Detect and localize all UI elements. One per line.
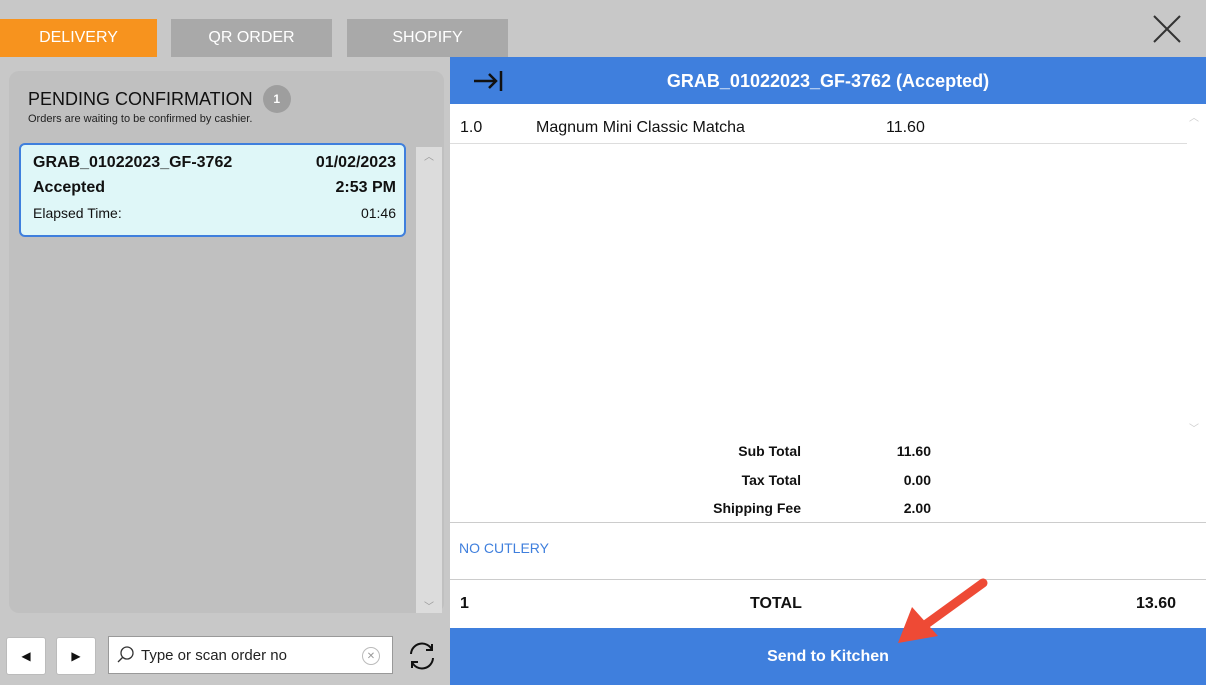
order-list-scrollbar[interactable]: ︿ ﹀ bbox=[416, 147, 442, 613]
order-status: Accepted bbox=[33, 179, 106, 196]
caret-right-icon: ▶ bbox=[71, 649, 81, 663]
tab-shopify[interactable]: SHOPIFY bbox=[347, 19, 508, 57]
order-detail-panel: GRAB_01022023_GF-3762 (Accepted) 1.0 Mag… bbox=[450, 57, 1206, 628]
elapsed-time: 01:46 bbox=[360, 205, 396, 221]
total-label: TOTAL bbox=[750, 595, 802, 612]
search-box: ✕ bbox=[108, 636, 393, 674]
search-icon bbox=[117, 646, 134, 663]
order-detail-header: GRAB_01022023_GF-3762 (Accepted) bbox=[450, 57, 1206, 104]
line-item[interactable]: 1.0 Magnum Mini Classic Matcha 11.60 bbox=[450, 114, 1187, 144]
pending-title: PENDING CONFIRMATION bbox=[28, 88, 253, 109]
tax-total-label: Tax Total bbox=[741, 472, 801, 488]
pending-panel: PENDING CONFIRMATION 1 Orders are waitin… bbox=[9, 71, 444, 613]
scroll-down-icon[interactable]: ﹀ bbox=[416, 597, 442, 613]
prev-page-button[interactable]: ◀ bbox=[6, 637, 46, 675]
order-list: GRAB_01022023_GF-3762 01/02/2023 Accepte… bbox=[9, 143, 416, 613]
scroll-up-icon[interactable]: ︿ bbox=[416, 147, 442, 163]
total-value: 13.60 bbox=[1135, 595, 1176, 612]
next-page-button[interactable]: ▶ bbox=[56, 637, 96, 675]
search-input[interactable] bbox=[141, 646, 361, 664]
clear-icon[interactable]: ✕ bbox=[362, 647, 380, 665]
item-price: 11.60 bbox=[886, 119, 925, 136]
pending-header: PENDING CONFIRMATION 1 bbox=[28, 85, 291, 113]
item-name: Magnum Mini Classic Matcha bbox=[536, 119, 745, 136]
items-scroll-up-icon[interactable]: ︿ bbox=[1186, 109, 1202, 124]
tab-qr-order[interactable]: QR ORDER bbox=[171, 19, 332, 57]
items-scroll-down-icon[interactable]: ﹀ bbox=[1186, 420, 1202, 435]
order-id: GRAB_01022023_GF-3762 bbox=[33, 154, 233, 171]
close-icon[interactable] bbox=[1148, 10, 1186, 48]
subtotal-label: Sub Total bbox=[738, 443, 801, 459]
refresh-icon[interactable] bbox=[404, 638, 440, 674]
tax-total-value: 0.00 bbox=[903, 472, 931, 488]
pending-subtitle: Orders are waiting to be confirmed by ca… bbox=[28, 113, 253, 125]
divider bbox=[450, 522, 1206, 523]
tab-delivery[interactable]: DELIVERY bbox=[0, 19, 157, 57]
total-item-count: 1 bbox=[460, 595, 469, 612]
send-to-kitchen-button[interactable]: Send to Kitchen bbox=[450, 628, 1206, 685]
order-detail-title: GRAB_01022023_GF-3762 (Accepted) bbox=[666, 71, 990, 91]
order-card[interactable]: GRAB_01022023_GF-3762 01/02/2023 Accepte… bbox=[19, 143, 406, 237]
elapsed-label: Elapsed Time: bbox=[33, 205, 122, 221]
order-date: 01/02/2023 bbox=[315, 154, 396, 171]
order-note: NO CUTLERY bbox=[459, 540, 549, 556]
pending-count-badge: 1 bbox=[262, 85, 291, 113]
item-qty: 1.0 bbox=[460, 119, 483, 136]
order-time: 2:53 PM bbox=[335, 179, 396, 196]
shipping-fee-value: 2.00 bbox=[903, 500, 931, 516]
shipping-fee-label: Shipping Fee bbox=[713, 500, 801, 516]
subtotal-value: 11.60 bbox=[896, 443, 931, 459]
divider bbox=[450, 579, 1206, 580]
caret-left-icon: ◀ bbox=[21, 649, 31, 663]
